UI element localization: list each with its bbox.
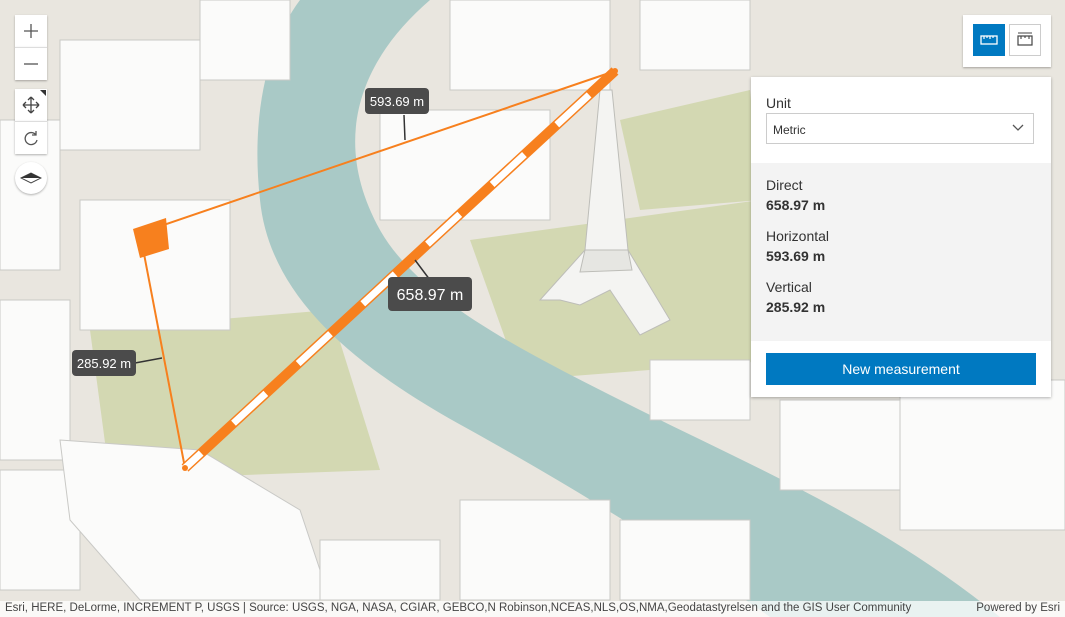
measurement-panel: Unit Metric Direct 658.97 m Horizontal 5… [751,77,1051,397]
area-measure-button[interactable] [1009,24,1041,56]
minus-icon [24,63,38,65]
unit-label: Unit [766,95,791,111]
pan-mode-indicator [40,90,46,96]
compass-button[interactable] [15,162,47,194]
measurement-mode-toolbar [963,15,1051,67]
direct-line-measure-icon [980,35,998,45]
horizontal-label: Horizontal [766,228,830,244]
plus-icon [24,24,38,38]
svg-text:285.92 m: 285.92 m [77,356,131,371]
zoom-in-button[interactable] [15,15,47,47]
horizontal-distance-label: 593.69 m [365,88,429,114]
vertical-value: 285.92 m [766,299,826,315]
distance-measure-button[interactable] [973,24,1005,56]
powered-by-esri-link[interactable]: Powered by Esri [976,602,1060,614]
horizontal-value: 593.69 m [766,248,826,264]
unit-select-value: Metric [773,123,806,137]
zoom-out-button[interactable] [15,47,47,80]
pan-button[interactable] [15,89,47,121]
rotate-icon [24,131,38,146]
attribution-bar: Esri, HERE, DeLorme, INCREMENT P, USGS |… [0,601,1065,617]
move-icon [22,96,40,114]
vertical-label: Vertical [766,279,812,295]
chevron-down-icon [1012,124,1024,131]
new-measurement-button[interactable]: New measurement [766,353,1036,385]
measurement-results: Direct 658.97 m Horizontal 593.69 m Vert… [751,163,1051,341]
attribution-text: Esri, HERE, DeLorme, INCREMENT P, USGS |… [5,602,912,614]
rotate-button[interactable] [15,121,47,154]
area-measure-icon [1017,32,1033,46]
svg-text:593.69 m: 593.69 m [370,94,424,109]
direct-distance-label: 658.97 m [388,277,472,311]
direct-value: 658.97 m [766,197,826,213]
unit-select[interactable]: Metric [766,113,1034,144]
vertical-distance-label: 285.92 m [72,350,136,376]
direct-label: Direct [766,177,803,193]
svg-text:658.97 m: 658.97 m [397,287,464,304]
compass-icon [20,172,42,184]
